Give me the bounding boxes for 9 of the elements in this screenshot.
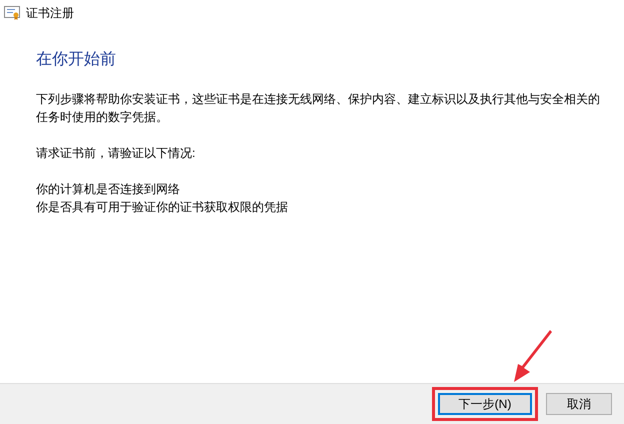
next-button[interactable]: 下一步(N) xyxy=(438,393,532,415)
instruction-text: 下列步骤将帮助你安装证书，这些证书是在连接无线网络、保护内容、建立标识以及执行其他与安全相关的任务时使用的数字凭据。 xyxy=(36,91,601,126)
checklist-item: 你是否具有可用于验证你的证书获取权限的凭据 xyxy=(36,199,288,216)
instruction-text: 请求证书前，请验证以下情况: xyxy=(36,145,196,162)
certificate-icon xyxy=(4,6,20,20)
cancel-button[interactable]: 取消 xyxy=(546,393,612,415)
page-heading: 在你开始前 xyxy=(36,50,116,70)
checklist-item: 你的计算机是否连接到网络 xyxy=(36,181,180,198)
window-title: 证书注册 xyxy=(26,5,74,22)
